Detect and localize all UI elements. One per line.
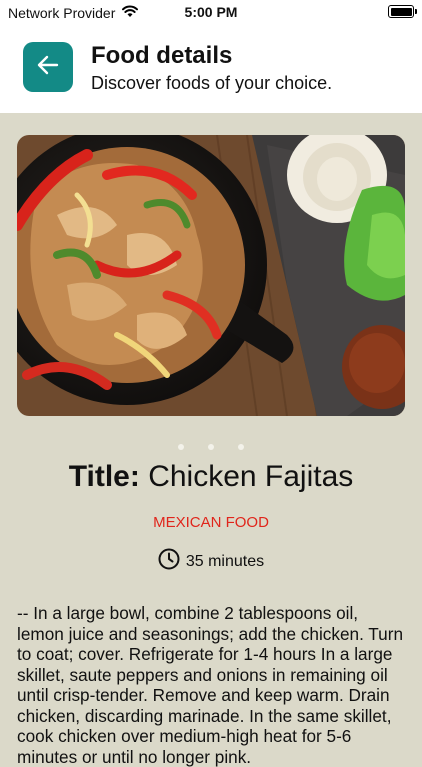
carousel-indicator[interactable] — [0, 437, 422, 455]
recipe-description: -- In a large bowl, combine 2 tablespoon… — [17, 603, 404, 767]
page-subtitle: Discover foods of your choice. — [91, 73, 333, 93]
carousel-dot[interactable] — [238, 444, 244, 450]
page-title: Food details — [91, 42, 233, 69]
clock-icon — [158, 548, 180, 575]
header: Food details Discover foods of your choi… — [0, 26, 422, 113]
carousel-dot[interactable] — [208, 444, 214, 450]
arrow-left-icon — [37, 55, 59, 80]
recipe-title: Title: Chicken Fajitas — [0, 460, 422, 494]
recipe-title-label: Title: — [68, 460, 140, 493]
battery-icon — [388, 4, 417, 18]
back-button[interactable] — [23, 42, 73, 92]
recipe-title-value: Chicken Fajitas — [148, 460, 354, 493]
category-label: MEXICAN FOOD — [153, 514, 269, 531]
food-image[interactable] — [17, 135, 405, 416]
status-bar: Network Provider 5:00 PM — [0, 0, 422, 26]
duration-text: 35 minutes — [185, 552, 265, 570]
duration-row: 35 minutes — [0, 548, 422, 575]
status-time: 5:00 PM — [184, 4, 238, 20]
carousel-dot[interactable] — [178, 444, 184, 450]
